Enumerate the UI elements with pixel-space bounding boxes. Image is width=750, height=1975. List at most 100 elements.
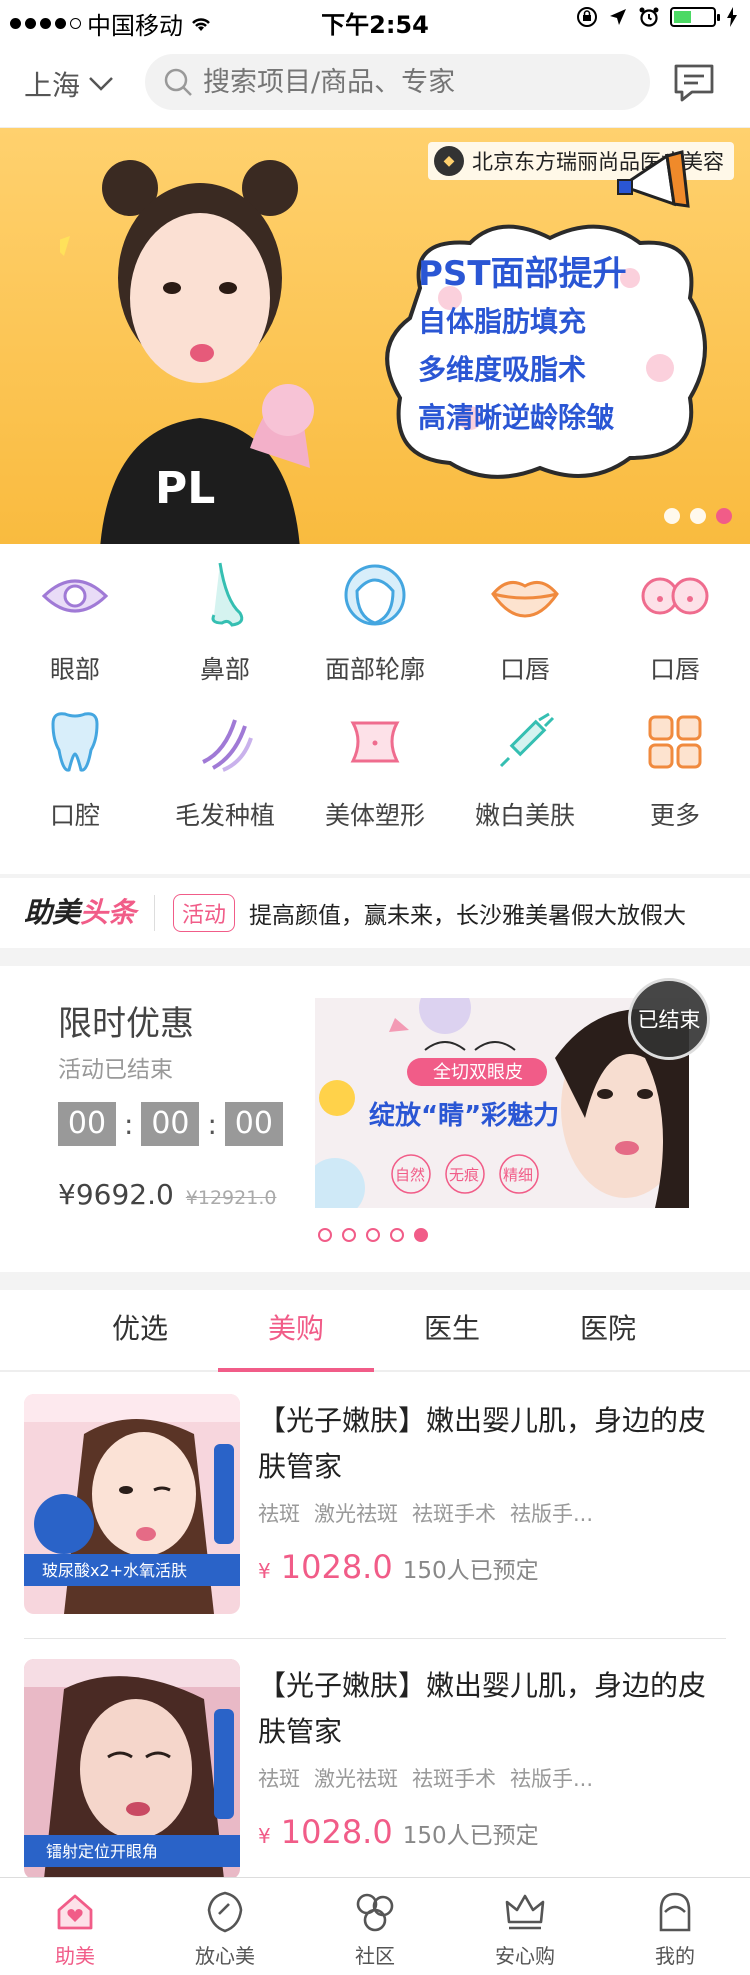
promo-banner[interactable]: PL ◆ 北京东方瑞丽尚品医疗美容 PST面部提升 自体脂肪填充 多维度吸脂术 …	[0, 128, 750, 544]
category-label: 口唇	[649, 655, 700, 684]
banner-model-image: PL	[60, 160, 314, 544]
tab-featured[interactable]: 优选	[62, 1290, 218, 1370]
headline-ticker[interactable]: 助美头条 活动 提高颜值，赢未来，长沙雅美暑假大放假大	[0, 878, 750, 948]
tabbar-label: 安心购	[495, 1944, 555, 1968]
orientation-lock-icon	[577, 7, 597, 27]
alarm-icon	[639, 7, 659, 27]
eye-icon	[35, 556, 115, 636]
category-oral[interactable]: 口腔	[0, 702, 150, 842]
product-card[interactable]: 玻尿酸x2+水氧活肤 【光子嫩肤】嫩出婴儿肌，身边的皮肤管家 祛斑 激光祛斑 祛…	[0, 1374, 750, 1639]
category-more[interactable]: 更多	[600, 702, 750, 842]
banner-line: 多维度吸脂术	[418, 353, 587, 386]
category-lips[interactable]: 口唇	[450, 556, 600, 696]
product-tag: 祛版手...	[510, 1767, 594, 1791]
tabbar-item-community[interactable]: 社区	[300, 1878, 450, 1975]
category-label: 眼部	[49, 655, 100, 684]
headline-logo-b: 头条	[80, 896, 137, 929]
pagination-dot[interactable]	[366, 1228, 380, 1242]
banner-line: 自体脂肪填充	[418, 305, 587, 338]
city-selector[interactable]: 上海	[24, 64, 114, 104]
ended-badge: 已结束	[628, 978, 710, 1060]
category-chest[interactable]: 口唇	[600, 556, 750, 696]
megaphone-icon	[617, 150, 690, 208]
banner-pagination[interactable]	[664, 508, 732, 524]
flash-sale-pagination[interactable]	[318, 1228, 428, 1242]
category-whitening[interactable]: 嫩白美肤	[450, 702, 600, 842]
promo-chip: 无痕	[449, 1166, 479, 1184]
pagination-dot[interactable]	[342, 1228, 356, 1242]
nose-icon	[185, 556, 265, 636]
product-tag: 激光祛斑	[314, 1502, 398, 1526]
tabbar-label: 助美	[55, 1944, 95, 1968]
product-tag: 祛斑手术	[412, 1502, 496, 1526]
svg-text:PL: PL	[155, 463, 215, 514]
promo-chip: 自然	[395, 1166, 425, 1184]
promo-chip: 精细	[503, 1166, 533, 1184]
search-icon	[164, 68, 192, 96]
product-tag: 祛斑	[258, 1502, 300, 1526]
content-tabs: 优选 美购 医生 医院	[0, 1290, 750, 1372]
tab-shopping[interactable]: 美购	[218, 1290, 374, 1372]
pagination-dot[interactable]	[664, 508, 680, 524]
countdown-timer: 00 : 00 : 00	[58, 1102, 283, 1146]
tab-doctors[interactable]: 医生	[374, 1290, 530, 1370]
promo-tag: 全切双眼皮	[433, 1062, 523, 1083]
divider	[0, 1272, 750, 1290]
app-screen: 中国移动 下午2:54 上海 搜索项目/商品、专家 PL ◆ 北京东方瑞丽尚品医…	[0, 0, 750, 1975]
product-tag: 祛斑手术	[412, 1767, 496, 1791]
original-price: ¥12921.0	[185, 1187, 277, 1209]
shield-icon	[150, 1888, 300, 1936]
tabbar-item-safe-buy[interactable]: 安心购	[450, 1878, 600, 1975]
tabbar-item-home[interactable]: 助美	[0, 1878, 150, 1975]
search-bar[interactable]	[145, 54, 650, 110]
currency-symbol: ¥	[258, 1824, 271, 1848]
product-title[interactable]: 【光子嫩肤】嫩出婴儿肌，身边的皮肤管家	[258, 1663, 728, 1755]
price-value: 1028.0	[280, 1813, 393, 1851]
bottom-tab-bar: 助美 放心美 社区 安心购 我的	[0, 1877, 750, 1975]
flash-sale-title: 限时优惠	[58, 1004, 194, 1044]
currency-symbol: ¥	[258, 1559, 271, 1583]
profile-icon	[600, 1888, 750, 1936]
countdown-hours: 00	[58, 1102, 116, 1146]
pagination-dot-active[interactable]	[716, 508, 732, 524]
crown-icon	[450, 1888, 600, 1936]
category-hair[interactable]: 毛发种植	[150, 702, 300, 842]
search-input[interactable]	[203, 66, 623, 98]
tabbar-item-profile[interactable]: 我的	[600, 1878, 750, 1975]
category-body-shaping[interactable]: 美体塑形	[300, 702, 450, 842]
product-title[interactable]: 【光子嫩肤】嫩出婴儿肌，身边的皮肤管家	[258, 1398, 728, 1490]
pagination-dot[interactable]	[318, 1228, 332, 1242]
banner-line: 高清晰逆龄除皱	[418, 401, 615, 434]
product-tag: 激光祛斑	[314, 1767, 398, 1791]
message-button[interactable]	[672, 62, 716, 108]
tooth-icon	[35, 702, 115, 782]
category-label: 鼻部	[199, 655, 250, 684]
pagination-dot[interactable]	[414, 1228, 428, 1242]
status-bar: 中国移动 下午2:54	[0, 0, 750, 40]
countdown-seconds: 00	[224, 1102, 283, 1146]
category-eye[interactable]: 眼部	[0, 556, 150, 696]
category-grid: 眼部 鼻部 面部轮廓 口唇 口唇 口腔 毛发种植 美体塑形 嫩白美肤 更多	[0, 544, 750, 874]
message-icon	[674, 64, 714, 102]
face-contour-icon	[335, 556, 415, 636]
tabbar-item-assured[interactable]: 放心美	[150, 1878, 300, 1975]
charging-icon	[727, 7, 737, 27]
booking-count: 150人已预定	[402, 1823, 539, 1849]
flash-sale-status: 活动已结束	[58, 1057, 173, 1083]
category-label: 嫩白美肤	[474, 801, 575, 830]
headline-text[interactable]: 提高颜值，赢未来，长沙雅美暑假大放假大	[249, 896, 719, 930]
product-image[interactable]: 玻尿酸x2+水氧活肤	[24, 1394, 240, 1614]
chevron-down-icon	[89, 77, 113, 91]
product-card[interactable]: 镭射定位开眼角 【光子嫩肤】嫩出婴儿肌，身边的皮肤管家 祛斑 激光祛斑 祛斑手术…	[0, 1639, 750, 1879]
product-image-caption: 镭射定位开眼角	[46, 1842, 158, 1861]
flash-sale[interactable]: 限时优惠 活动已结束 00 : 00 : 00 ¥9692.0 ¥12921.0	[0, 966, 750, 1272]
category-nose[interactable]: 鼻部	[150, 556, 300, 696]
product-image[interactable]: 镭射定位开眼角	[24, 1659, 240, 1879]
tab-hospitals[interactable]: 医院	[530, 1290, 686, 1370]
banner-line: PST面部提升	[418, 254, 627, 294]
category-face-contour[interactable]: 面部轮廓	[300, 556, 450, 696]
pagination-dot[interactable]	[390, 1228, 404, 1242]
product-image-caption: 玻尿酸x2+水氧活肤	[42, 1561, 187, 1580]
product-tag: 祛版手...	[510, 1502, 594, 1526]
pagination-dot[interactable]	[690, 508, 706, 524]
